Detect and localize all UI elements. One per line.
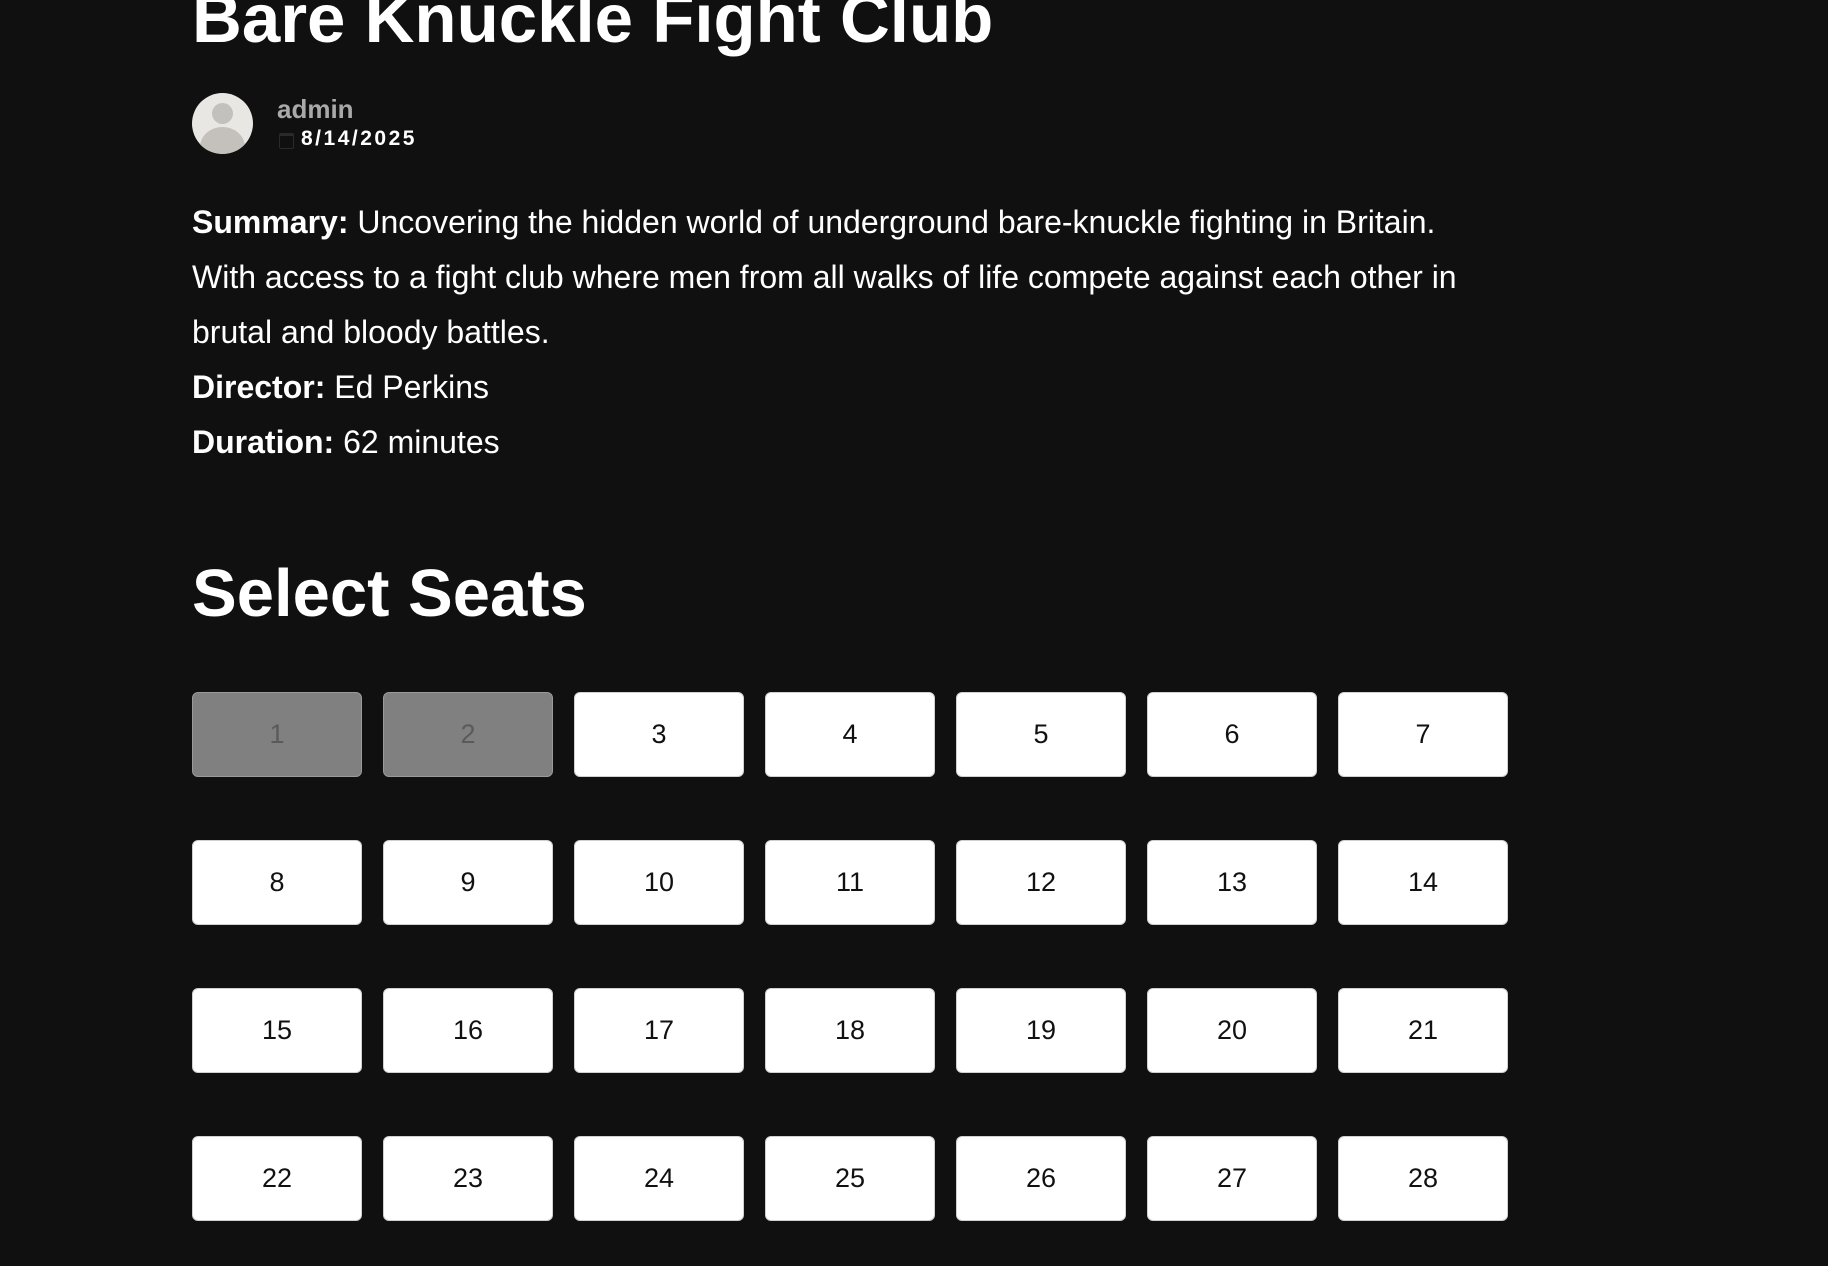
seat-button-6[interactable]: 6 [1147, 692, 1317, 777]
seat-button-25[interactable]: 25 [765, 1136, 935, 1221]
seat-grid: 1 2 3 4 5 6 7 8 9 10 11 12 13 14 15 16 17 18 19 20 21 22 23 24 2… [192, 692, 1508, 1221]
summary-paragraph: Summary: Uncovering the hidden world of … [192, 195, 1492, 360]
seat-button-1: 1 [192, 692, 362, 777]
seat-button-15[interactable]: 15 [192, 988, 362, 1073]
seat-button-10[interactable]: 10 [574, 840, 744, 925]
calendar-icon [279, 133, 294, 149]
director-line: Director: Ed Perkins [192, 360, 1492, 415]
seat-button-21[interactable]: 21 [1338, 988, 1508, 1073]
select-seats-heading: Select Seats [192, 556, 587, 631]
avatar-body-shape [200, 126, 245, 154]
seat-button-8[interactable]: 8 [192, 840, 362, 925]
seat-button-9[interactable]: 9 [383, 840, 553, 925]
seat-button-23[interactable]: 23 [383, 1136, 553, 1221]
seat-button-28[interactable]: 28 [1338, 1136, 1508, 1221]
user-avatar-icon [192, 92, 253, 154]
seat-button-7[interactable]: 7 [1338, 692, 1508, 777]
duration-line: Duration: 62 minutes [192, 415, 1492, 470]
seat-button-11[interactable]: 11 [765, 840, 935, 925]
seat-button-3[interactable]: 3 [574, 692, 744, 777]
seat-button-27[interactable]: 27 [1147, 1136, 1317, 1221]
seat-button-13[interactable]: 13 [1147, 840, 1317, 925]
duration-value: 62 minutes [343, 424, 500, 460]
seat-button-2: 2 [383, 692, 553, 777]
seat-button-22[interactable]: 22 [192, 1136, 362, 1221]
seat-button-16[interactable]: 16 [383, 988, 553, 1073]
seat-button-19[interactable]: 19 [956, 988, 1126, 1073]
seat-button-17[interactable]: 17 [574, 988, 744, 1073]
seat-button-24[interactable]: 24 [574, 1136, 744, 1221]
post-date: 8/14/2025 [301, 127, 417, 150]
duration-label: Duration: [192, 424, 335, 460]
director-name: Ed Perkins [334, 369, 489, 405]
author-byline: admin 8/14/2025 [192, 92, 417, 154]
avatar-head-shape [212, 102, 233, 124]
author-name[interactable]: admin [277, 93, 417, 125]
seat-button-12[interactable]: 12 [956, 840, 1126, 925]
seat-button-14[interactable]: 14 [1338, 840, 1508, 925]
author-meta: admin 8/14/2025 [277, 93, 417, 153]
post-date-row: 8/14/2025 [277, 125, 417, 153]
seat-button-4[interactable]: 4 [765, 692, 935, 777]
summary-label: Summary: [192, 204, 349, 240]
movie-details: Summary: Uncovering the hidden world of … [192, 195, 1492, 470]
director-label: Director: [192, 369, 326, 405]
seat-button-18[interactable]: 18 [765, 988, 935, 1073]
movie-title: Bare Knuckle Fight Club [192, 0, 994, 57]
seat-button-20[interactable]: 20 [1147, 988, 1317, 1073]
seat-button-26[interactable]: 26 [956, 1136, 1126, 1221]
summary-text: Uncovering the hidden world of undergrou… [192, 204, 1457, 350]
seat-button-5[interactable]: 5 [956, 692, 1126, 777]
